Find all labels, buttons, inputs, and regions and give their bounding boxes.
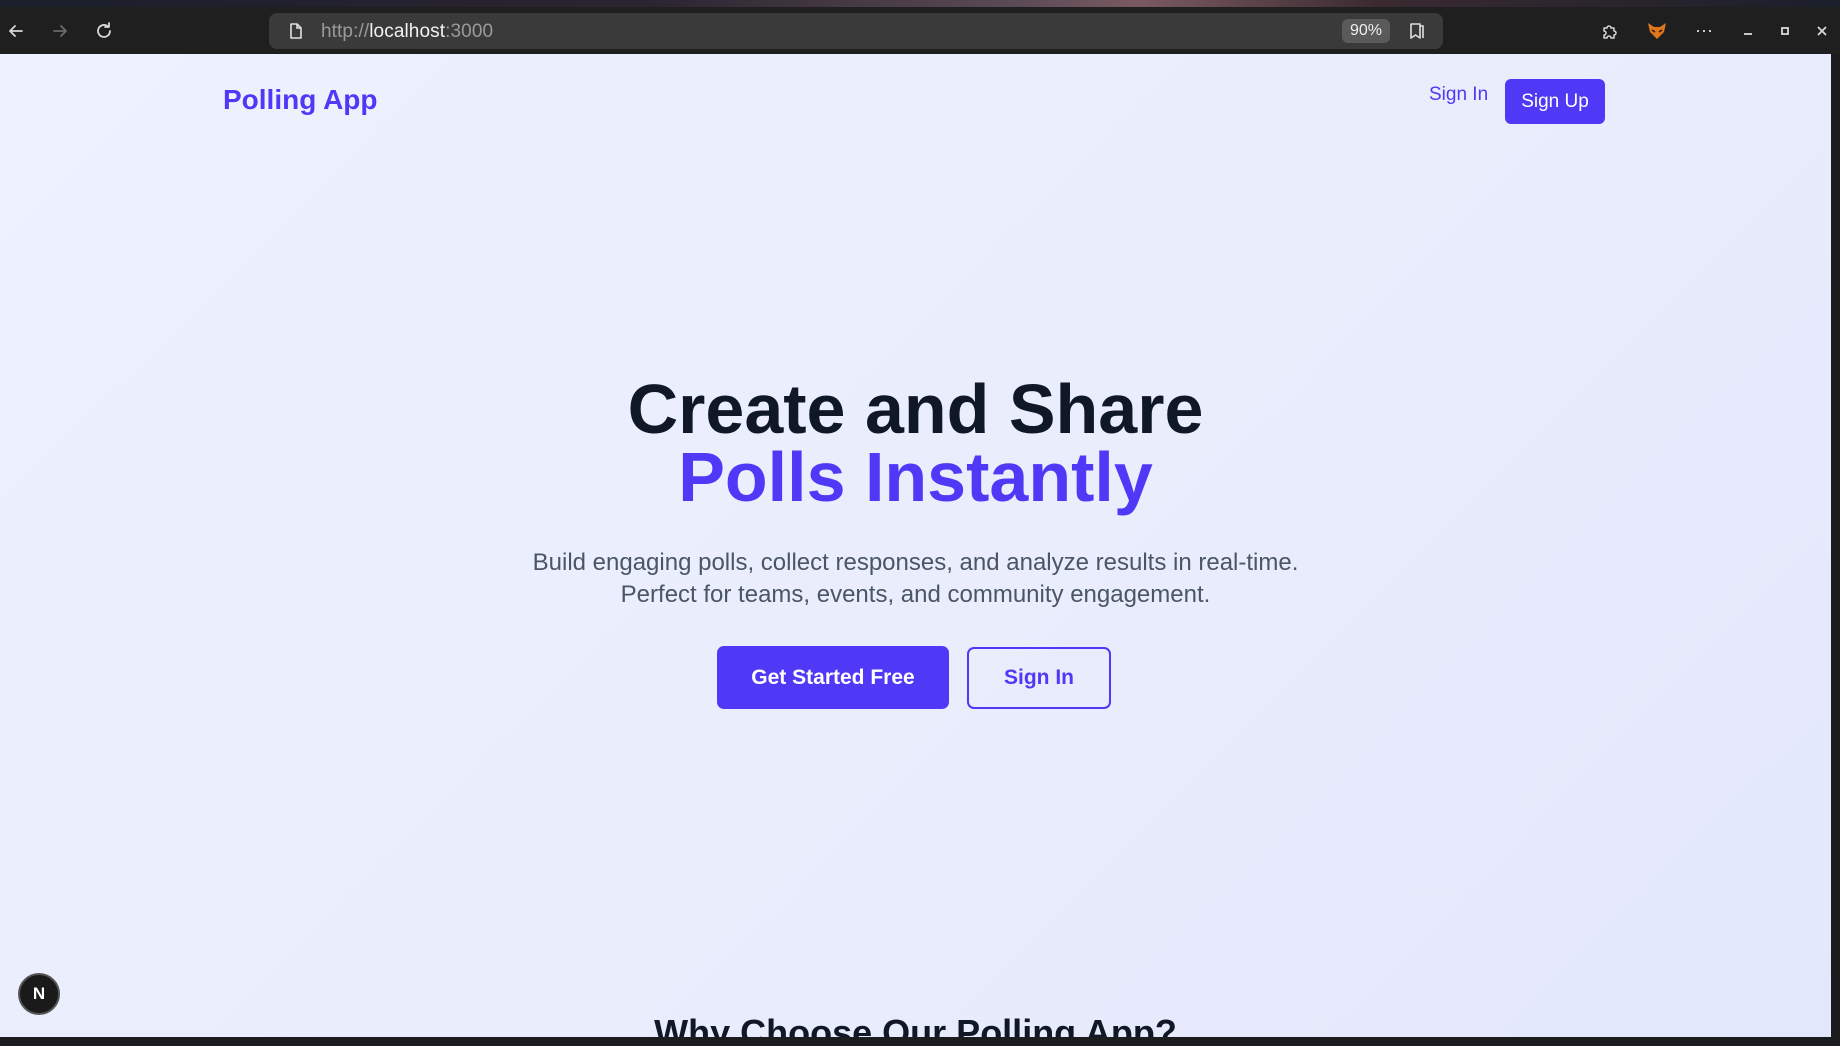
hero-subtitle-line-1: Build engaging polls, collect responses,… bbox=[532, 549, 1299, 576]
more-icon: ⋯ bbox=[1695, 20, 1713, 41]
forward-button[interactable] bbox=[46, 17, 74, 45]
url-port: :3000 bbox=[445, 21, 494, 42]
reload-button[interactable] bbox=[90, 17, 118, 45]
close-window-button[interactable] bbox=[1808, 17, 1836, 45]
hero-title-line-1: Create and Share bbox=[627, 370, 1204, 448]
header-sign-in-link[interactable]: Sign In bbox=[1429, 84, 1488, 106]
menu-button[interactable]: ⋯ bbox=[1690, 17, 1718, 45]
get-started-button[interactable]: Get Started Free bbox=[717, 646, 949, 709]
extensions-button[interactable] bbox=[1596, 17, 1624, 45]
profile-button[interactable] bbox=[1643, 17, 1671, 45]
scrollbar-gutter bbox=[1831, 54, 1840, 1037]
page-viewport: Polling App Sign In Sign Up Create and S… bbox=[0, 54, 1831, 1037]
maximize-button[interactable] bbox=[1771, 17, 1799, 45]
back-button[interactable] bbox=[2, 17, 30, 45]
maximize-icon bbox=[1781, 27, 1789, 35]
hero-subtitle-line-2: Perfect for teams, events, and community… bbox=[620, 581, 1211, 608]
app-logo[interactable]: Polling App bbox=[223, 84, 378, 116]
window-bottom-edge bbox=[0, 1037, 1840, 1046]
window-top-strip bbox=[0, 0, 1840, 7]
browser-toolbar: http://localhost:3000 90% ⋯ bbox=[0, 7, 1840, 54]
minimize-icon bbox=[1744, 33, 1752, 35]
close-icon bbox=[1817, 26, 1827, 36]
address-bar[interactable]: http://localhost:3000 90% bbox=[269, 13, 1443, 49]
document-icon bbox=[290, 23, 302, 39]
url-host: localhost bbox=[369, 21, 446, 42]
zoom-level-badge[interactable]: 90% bbox=[1342, 19, 1391, 43]
nextjs-dev-indicator[interactable]: N bbox=[18, 973, 60, 1015]
hero-sign-in-button[interactable]: Sign In bbox=[967, 647, 1111, 709]
reader-mode-icon[interactable] bbox=[1407, 21, 1427, 41]
url-scheme: http:// bbox=[321, 21, 370, 42]
arrow-right-icon bbox=[53, 25, 67, 37]
url-text[interactable]: http://localhost:3000 bbox=[321, 21, 493, 43]
reload-icon bbox=[97, 22, 111, 38]
minimize-button[interactable] bbox=[1734, 17, 1762, 45]
fox-icon bbox=[1648, 23, 1666, 39]
hero-subtitle: Build engaging polls, collect responses,… bbox=[0, 547, 1831, 611]
hero-title-line-2: Polls Instantly bbox=[678, 438, 1153, 516]
arrow-left-icon bbox=[9, 25, 23, 37]
features-heading: Why Choose Our Polling App? bbox=[654, 1012, 1177, 1037]
puzzle-icon bbox=[1603, 25, 1617, 39]
header-sign-up-button[interactable]: Sign Up bbox=[1505, 79, 1605, 124]
